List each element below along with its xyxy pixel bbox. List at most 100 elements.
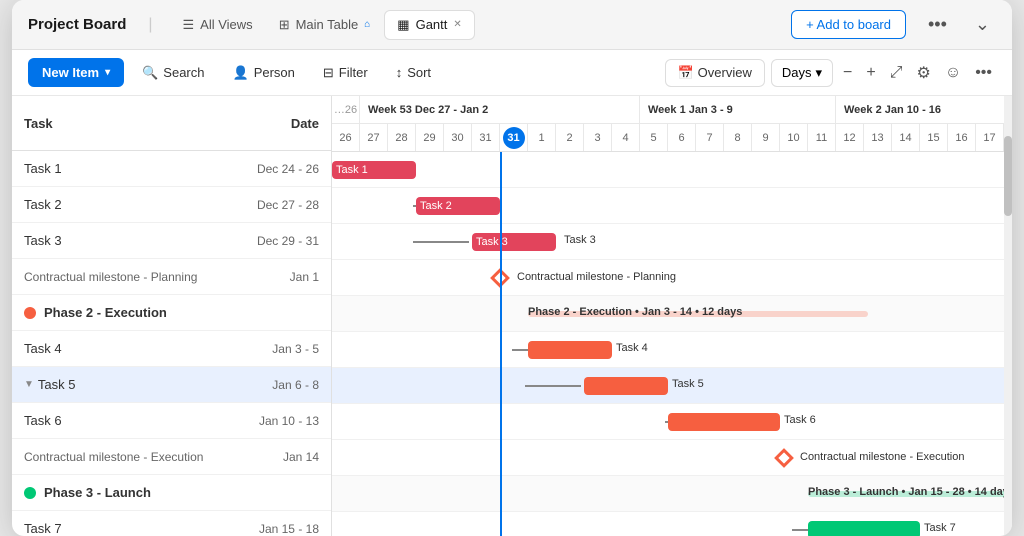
- day-cell: 5: [640, 124, 668, 151]
- scrollbar-track[interactable]: [1004, 96, 1012, 536]
- zoom-out-button[interactable]: −: [839, 62, 856, 84]
- filter-button[interactable]: ⊟ Filter: [313, 59, 378, 87]
- week53-label: Week 53 Dec 27 - Jan 2: [360, 96, 640, 123]
- phase-dot-green: [24, 487, 36, 499]
- day-cell-today: 31: [500, 124, 528, 151]
- bar-label-outside: Task 5: [672, 378, 704, 390]
- expand-button[interactable]: ⌄: [969, 10, 996, 39]
- gantt-bar-task4[interactable]: [528, 341, 612, 359]
- overview-button[interactable]: 📅 Overview: [665, 59, 765, 87]
- dep-arrow: [525, 385, 581, 387]
- more-chart-button[interactable]: •••: [971, 60, 996, 86]
- day-cell: 11: [808, 124, 836, 151]
- task-list: Task Date Task 1 Dec 24 - 26 Task 2 Dec …: [12, 96, 332, 536]
- task-date: Jan 3 - 5: [239, 342, 319, 356]
- phase-summary-label-launch: Phase 3 - Launch • Jan 15 - 28 • 14 days: [808, 486, 1004, 498]
- week-label-partial: …26: [332, 96, 360, 123]
- expand-icon: ▼: [24, 379, 34, 390]
- app-title: Project Board: [28, 16, 126, 33]
- tab-group: ☰ All Views ⊞ Main Table ⌂ ▦ Gantt ✕: [171, 10, 475, 40]
- bar-label-outside: Task 6: [784, 414, 816, 426]
- today-marker: 31: [503, 127, 525, 149]
- table-row[interactable]: Contractual milestone - Planning Jan 1: [12, 259, 331, 295]
- task-date: Jan 15 - 18: [239, 522, 319, 536]
- gantt-row: Task 1: [332, 152, 1004, 188]
- tab-main-table[interactable]: ⊞ Main Table ⌂: [267, 11, 383, 39]
- task-col-header: Task: [24, 116, 229, 131]
- add-board-button[interactable]: + Add to board: [791, 10, 906, 39]
- tab-all-views[interactable]: ☰ All Views: [171, 11, 265, 39]
- milestone-label-exec: Contractual milestone - Execution: [800, 451, 964, 463]
- sort-button[interactable]: ↕ Sort: [386, 59, 441, 86]
- titlebar: Project Board | ☰ All Views ⊞ Main Table…: [12, 0, 1012, 50]
- day-cell: 12: [836, 124, 864, 151]
- gantt-chart-area[interactable]: …26 Week 53 Dec 27 - Jan 2 Week 1 Jan 3 …: [332, 96, 1004, 536]
- phase-dot-orange: [24, 307, 36, 319]
- day-cell: 6: [668, 124, 696, 151]
- close-icon[interactable]: ✕: [453, 19, 461, 30]
- task-date: Dec 29 - 31: [239, 234, 319, 248]
- task-name: Task 3: [24, 233, 239, 248]
- tab-gantt[interactable]: ▦ Gantt ✕: [384, 10, 474, 40]
- day-cell: 3: [584, 124, 612, 151]
- gantt-bar-task5[interactable]: [584, 377, 668, 395]
- task-list-header: Task Date: [12, 96, 331, 151]
- day-cell: 27: [360, 124, 388, 151]
- task-name: Task 7: [24, 521, 239, 536]
- sort-icon: ↕: [396, 65, 403, 80]
- task-date: Jan 1: [239, 270, 319, 284]
- gantt-icon: ▦: [397, 17, 409, 33]
- gantt-rows: Task 1 Task 2: [332, 152, 1004, 536]
- dep-arrow: [413, 241, 469, 243]
- gantt-row-phase-launch: Phase 3 - Launch • Jan 15 - 28 • 14 days: [332, 476, 1004, 512]
- overview-group: 📅 Overview Days ▾ − + ⤢ ⚙ ☺ •••: [665, 59, 996, 87]
- day-cell: 28: [388, 124, 416, 151]
- phase-header-launch[interactable]: Phase 3 - Launch: [12, 475, 331, 511]
- expand-chart-button[interactable]: ⤢: [886, 60, 907, 86]
- table-row[interactable]: Task 1 Dec 24 - 26: [12, 151, 331, 187]
- milestone-diamond-exec: [774, 448, 794, 468]
- task-name: Task 2: [24, 197, 239, 212]
- chevron-down-icon: ▾: [815, 65, 822, 81]
- gantt-row-phase-exec: Phase 2 - Execution • Jan 3 - 14 • 12 da…: [332, 296, 1004, 332]
- more-options-button[interactable]: •••: [922, 10, 953, 39]
- calendar-icon: 📅: [678, 65, 694, 80]
- week2-label: Week 2 Jan 10 - 16: [836, 96, 1004, 123]
- gantt-bar-task7[interactable]: [808, 521, 920, 536]
- milestone-label-planning: Contractual milestone - Planning: [517, 271, 676, 283]
- day-cell: 2: [556, 124, 584, 151]
- gantt-bar-task6[interactable]: [668, 413, 780, 431]
- days-selector[interactable]: Days ▾: [771, 59, 833, 87]
- phase-name: Phase 2 - Execution: [44, 305, 319, 320]
- list-icon: ☰: [183, 17, 195, 33]
- table-row[interactable]: Task 7 Jan 15 - 18: [12, 511, 331, 536]
- task-date: Jan 10 - 13: [239, 414, 319, 428]
- table-row[interactable]: Task 6 Jan 10 - 13: [12, 403, 331, 439]
- table-row[interactable]: Task 2 Dec 27 - 28: [12, 187, 331, 223]
- gantt-bar-task1[interactable]: Task 1: [332, 161, 416, 179]
- emoji-button[interactable]: ☺: [941, 60, 965, 86]
- gantt-row: Task 3 Task 3: [332, 224, 1004, 260]
- table-row[interactable]: ▼ Task 5 Jan 6 - 8: [12, 367, 331, 403]
- gantt-row-selected: Task 5: [332, 368, 1004, 404]
- scrollbar-thumb[interactable]: [1004, 136, 1012, 216]
- gantt-row: Task 4: [332, 332, 1004, 368]
- table-row[interactable]: Task 4 Jan 3 - 5: [12, 331, 331, 367]
- settings-button[interactable]: ⚙: [913, 59, 935, 87]
- gantt-row: Task 6: [332, 404, 1004, 440]
- table-row[interactable]: Task 3 Dec 29 - 31: [12, 223, 331, 259]
- phase-header-execution[interactable]: Phase 2 - Execution: [12, 295, 331, 331]
- bar-label-outside: Task 4: [616, 342, 648, 354]
- zoom-in-button[interactable]: +: [862, 62, 879, 84]
- new-item-button[interactable]: New Item ▾: [28, 58, 124, 87]
- day-cell: 7: [696, 124, 724, 151]
- app-window: Project Board | ☰ All Views ⊞ Main Table…: [12, 0, 1012, 536]
- task-name: Task 5: [38, 377, 239, 392]
- day-cell: 8: [724, 124, 752, 151]
- table-row[interactable]: Contractual milestone - Execution Jan 14: [12, 439, 331, 475]
- gantt-bar-task3[interactable]: Task 3: [472, 233, 556, 251]
- gantt-bar-task2[interactable]: Task 2: [416, 197, 500, 215]
- filter-icon: ⊟: [323, 65, 334, 81]
- search-button[interactable]: 🔍 Search: [132, 59, 214, 87]
- person-button[interactable]: 👤 Person: [223, 59, 305, 87]
